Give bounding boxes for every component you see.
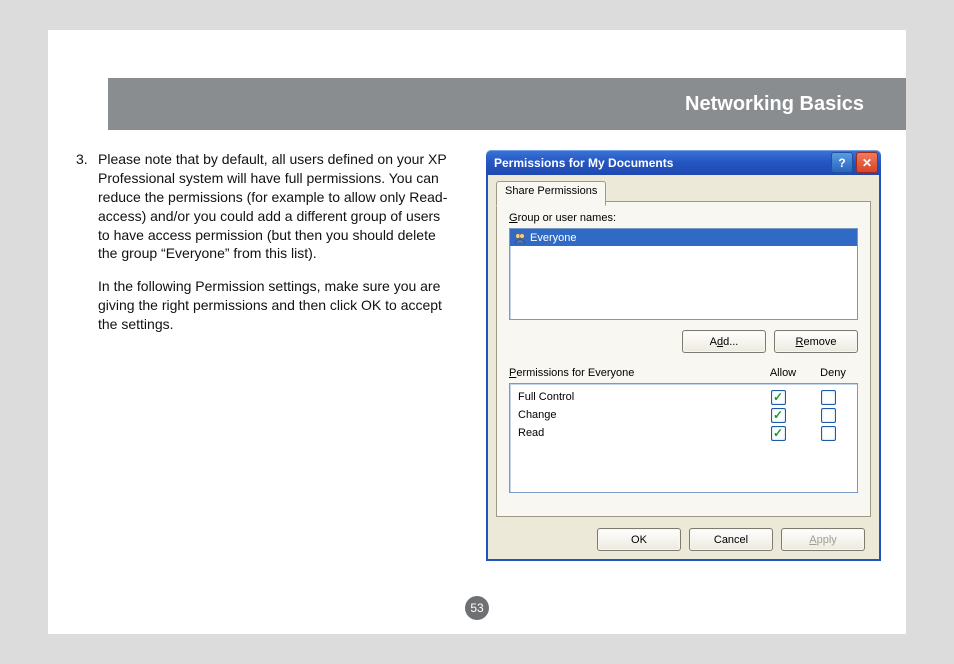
help-button[interactable]: ? <box>831 152 853 173</box>
close-icon: ✕ <box>862 156 872 170</box>
permissions-list: Full Control Change Read <box>509 383 858 493</box>
close-button[interactable]: ✕ <box>856 152 878 173</box>
permissions-header: Permissions for Everyone Allow Deny <box>509 367 858 379</box>
remove-button[interactable]: Remove <box>774 330 858 353</box>
ok-button[interactable]: OK <box>597 528 681 551</box>
checkbox-allow[interactable] <box>771 390 786 405</box>
checkbox-deny[interactable] <box>821 426 836 441</box>
instruction-text: 3.Please note that by default, all users… <box>76 150 456 334</box>
perm-name: Read <box>514 427 753 439</box>
dialog-button-row: OK Cancel Apply <box>488 528 879 551</box>
dialog-title: Permissions for My Documents <box>494 156 673 170</box>
content-area: 3.Please note that by default, all users… <box>76 150 888 594</box>
checkbox-allow[interactable] <box>771 426 786 441</box>
dialog-titlebar: Permissions for My Documents ? ✕ <box>486 150 881 175</box>
apply-button[interactable]: Apply <box>781 528 865 551</box>
add-remove-row: Add... Remove <box>509 330 858 353</box>
checkbox-deny[interactable] <box>821 390 836 405</box>
col-allow-label: Allow <box>758 367 808 379</box>
tab-label: Share Permissions <box>505 185 597 197</box>
help-icon: ? <box>838 156 845 170</box>
page-title: Networking Basics <box>685 93 864 116</box>
list-item-label: Everyone <box>530 232 576 244</box>
dialog-body: Share Permissions Group or user names: <box>486 175 881 561</box>
group-listbox[interactable]: Everyone <box>509 228 858 320</box>
perm-row: Read <box>514 424 853 442</box>
checkbox-allow[interactable] <box>771 408 786 423</box>
perm-name: Full Control <box>514 391 753 403</box>
tab-pane: Group or user names: Everyone <box>496 201 871 517</box>
page: Networking Basics 3.Please note that by … <box>48 30 906 634</box>
paragraph-1: Please note that by default, all users d… <box>98 150 448 263</box>
permissions-dialog: Permissions for My Documents ? ✕ Share P… <box>486 150 881 563</box>
list-item-everyone[interactable]: Everyone <box>510 229 857 246</box>
group-icon <box>513 231 527 245</box>
page-number: 53 <box>470 601 483 615</box>
add-button[interactable]: Add... <box>682 330 766 353</box>
checkbox-deny[interactable] <box>821 408 836 423</box>
perm-name: Change <box>514 409 753 421</box>
page-number-badge: 53 <box>465 596 489 620</box>
step-number: 3. <box>76 150 98 169</box>
header-bar: Networking Basics <box>108 78 906 130</box>
cancel-button[interactable]: Cancel <box>689 528 773 551</box>
group-names-label: Group or user names: <box>509 212 858 224</box>
paragraph-2: In the following Permission settings, ma… <box>76 277 456 334</box>
perm-row: Change <box>514 406 853 424</box>
col-deny-label: Deny <box>808 367 858 379</box>
tab-share-permissions[interactable]: Share Permissions <box>496 181 606 206</box>
perm-row: Full Control <box>514 388 853 406</box>
